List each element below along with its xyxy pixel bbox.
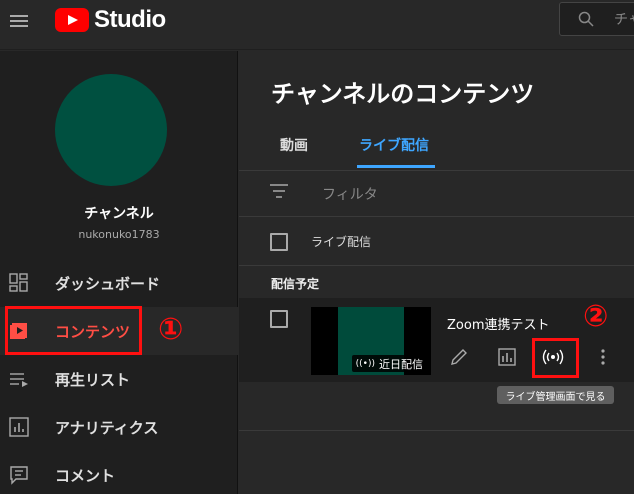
- sidebar-item-comments[interactable]: コメント: [0, 451, 238, 494]
- filter-icon[interactable]: [270, 184, 288, 198]
- divider: [239, 265, 634, 266]
- divider: [239, 430, 634, 431]
- filter-input[interactable]: フィルタ: [322, 184, 378, 204]
- comments-icon: [10, 466, 28, 485]
- dashboard-icon: [9, 273, 28, 292]
- studio-logo[interactable]: Studio: [55, 6, 166, 33]
- active-tab-indicator: [357, 165, 435, 168]
- analytics-action-icon[interactable]: [495, 345, 519, 369]
- sidebar-item-analytics[interactable]: アナリティクス: [0, 403, 238, 451]
- annotation-number-1: ①: [158, 312, 184, 347]
- menu-icon[interactable]: [8, 10, 30, 32]
- page-title: チャンネルのコンテンツ: [271, 80, 535, 108]
- annotation-number-2: ②: [583, 299, 609, 334]
- search-icon: [578, 11, 594, 27]
- bar-chart-icon: [498, 348, 516, 366]
- logo-text: Studio: [94, 6, 166, 33]
- channel-handle: nukonuko1783: [78, 228, 160, 241]
- search-placeholder: チャ: [614, 12, 634, 28]
- top-bar: Studio チャ: [0, 0, 634, 50]
- tab-live[interactable]: ライブ配信: [359, 135, 429, 155]
- sidebar-item-label: 再生リスト: [55, 370, 131, 389]
- playlist-icon: [10, 373, 28, 387]
- sidebar-item-label: ダッシュボード: [55, 274, 161, 293]
- sidebar-item-playlists[interactable]: 再生リスト: [0, 355, 238, 403]
- video-thumbnail[interactable]: ((•)) 近日配信: [311, 307, 431, 375]
- select-all-checkbox[interactable]: [270, 233, 288, 251]
- tab-videos[interactable]: 動画: [280, 135, 308, 155]
- video-title[interactable]: Zoom連携テスト: [447, 314, 549, 333]
- more-options-icon[interactable]: [591, 345, 615, 369]
- sidebar-item-label: コメント: [55, 466, 116, 485]
- column-header-live: ライブ配信: [311, 235, 372, 249]
- analytics-icon: [9, 417, 29, 437]
- sidebar-item-dashboard[interactable]: ダッシュボード: [0, 259, 238, 307]
- kebab-icon: [601, 349, 605, 365]
- status-badge: ((•)) 近日配信: [351, 355, 427, 372]
- divider: [239, 216, 634, 217]
- row-checkbox[interactable]: [270, 310, 288, 328]
- sidebar-item-label: アナリティクス: [55, 418, 159, 437]
- badge-text: 近日配信: [379, 357, 423, 371]
- main-content: チャンネルのコンテンツ 動画 ライブ配信 フィルタ ライブ配信 配信予定 ((•…: [239, 51, 634, 494]
- youtube-logo-icon: [55, 8, 89, 32]
- sidebar: チャンネル nukonuko1783 ダッシュボード コンテンツ 再生リスト ア…: [0, 51, 238, 494]
- edit-icon[interactable]: [447, 345, 471, 369]
- divider: [239, 170, 634, 171]
- tooltip: ライブ管理画面で見る: [497, 386, 614, 404]
- search-input[interactable]: チャ: [559, 2, 634, 36]
- channel-avatar[interactable]: [55, 74, 167, 186]
- annotation-box-content: [5, 306, 142, 355]
- section-label-scheduled: 配信予定: [271, 277, 320, 291]
- pencil-icon: [451, 349, 467, 365]
- channel-name: チャンネル: [84, 206, 154, 222]
- live-broadcast-icon: ((•)): [355, 358, 375, 369]
- annotation-box-live-button: [532, 338, 579, 378]
